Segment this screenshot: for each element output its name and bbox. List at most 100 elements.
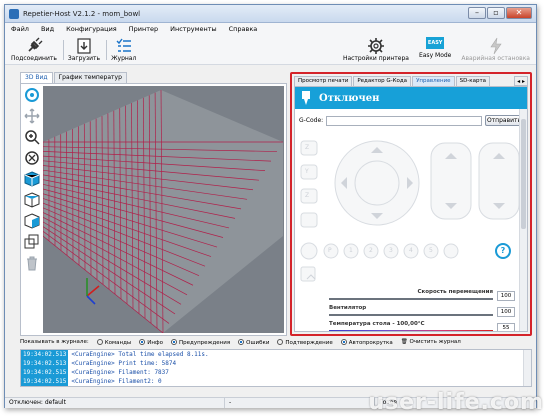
z-down-label[interactable]: Z bbox=[305, 192, 309, 199]
printer-settings-label: Настройки принтера bbox=[342, 55, 409, 62]
log-line: 19:34:02.513 <CuraEngine> Print time: 587… bbox=[21, 359, 531, 368]
tab-control[interactable]: Управление bbox=[412, 76, 455, 86]
extruder-4-button[interactable]: 4 bbox=[409, 247, 413, 254]
fit-view-icon[interactable] bbox=[23, 149, 41, 167]
menu-tools[interactable]: Инструменты bbox=[170, 25, 217, 33]
printer-head-icon bbox=[302, 91, 310, 105]
toolbar: Подсоединить Загрузить Журнал Настройки … bbox=[5, 35, 536, 65]
load-file-icon bbox=[77, 38, 91, 54]
plug-icon bbox=[28, 37, 43, 52]
clear-log-button[interactable]: 🗑 Очистить журнал bbox=[401, 339, 461, 345]
filter-commands-label: Команды bbox=[104, 339, 132, 346]
tab-gcode-editor[interactable]: Редактор G-Кода bbox=[353, 76, 412, 86]
fan-label: Вентилятор bbox=[329, 305, 367, 311]
help-button[interactable]: ? bbox=[495, 243, 511, 259]
bed-temp-value[interactable]: 55 bbox=[497, 323, 515, 331]
close-button[interactable]: ✕ bbox=[506, 7, 532, 19]
control-tabs: Просмотр печати Редактор G-Кода Управлен… bbox=[294, 76, 528, 86]
filter-commands[interactable]: Команды bbox=[96, 338, 132, 346]
z-up-label[interactable]: Z bbox=[305, 144, 309, 151]
log-label: Журнал bbox=[111, 55, 137, 62]
extruder-5-button[interactable]: 5 bbox=[429, 247, 433, 254]
easy-mode-label: Easy Mode bbox=[418, 52, 452, 59]
speed-value[interactable]: 100 bbox=[497, 291, 515, 301]
tab-scroll-arrows[interactable]: ◂ ▸ bbox=[514, 76, 528, 86]
filter-errors-label: Ошибки bbox=[246, 339, 270, 346]
control-scrollbar[interactable] bbox=[519, 109, 527, 331]
filter-warnings[interactable]: Предупреждения bbox=[171, 338, 230, 346]
radio-icon bbox=[171, 338, 177, 345]
log-scrollbar[interactable] bbox=[523, 350, 531, 386]
scrollbar-thumb[interactable] bbox=[521, 119, 526, 229]
printer-settings-button[interactable]: Настройки принтера bbox=[343, 37, 409, 62]
filter-autoscroll[interactable]: Автопрокрутка bbox=[340, 338, 393, 346]
cubes-icon[interactable] bbox=[23, 233, 41, 251]
filter-errors[interactable]: Ошибки bbox=[238, 338, 270, 346]
log-view[interactable]: 19:34:02.513 <CuraEngine> Total time elap… bbox=[20, 349, 532, 387]
filter-ack[interactable]: Подтверждение bbox=[277, 338, 333, 346]
extruder-1-button[interactable]: 1 bbox=[349, 247, 353, 254]
fan-slider[interactable]: Вентилятор 100 bbox=[299, 305, 517, 321]
log-pane: Показывать в журнале: Команды Инфо Преду… bbox=[20, 337, 532, 387]
menu-help[interactable]: Справка bbox=[229, 25, 258, 33]
window-controls: – ▫ ✕ bbox=[468, 7, 532, 19]
speed-track[interactable] bbox=[329, 298, 493, 300]
toolbar-separator bbox=[62, 40, 64, 60]
menu-printer[interactable]: Принтер bbox=[129, 25, 158, 33]
easy-mode-button[interactable]: EASY Easy Mode bbox=[419, 37, 451, 62]
fan-track[interactable] bbox=[329, 314, 493, 316]
extruder-3-button[interactable]: 3 bbox=[389, 247, 393, 254]
menu-view[interactable]: Вид bbox=[41, 25, 54, 33]
log-timestamp: 19:34:02.515 bbox=[21, 368, 69, 377]
toolbar-separator bbox=[106, 40, 108, 60]
fan-value[interactable]: 100 bbox=[497, 307, 515, 317]
radio-icon bbox=[139, 338, 146, 345]
minimize-button[interactable]: – bbox=[468, 7, 486, 19]
zoom-icon[interactable] bbox=[23, 128, 41, 146]
y-label[interactable]: Y bbox=[305, 168, 309, 175]
log-timestamp: 19:34:02.513 bbox=[21, 359, 69, 368]
gcode-input[interactable] bbox=[326, 115, 482, 126]
toolbar-right: Настройки принтера EASY Easy Mode Аварий… bbox=[343, 37, 530, 62]
connection-status: Отключен bbox=[319, 92, 380, 104]
tab-3d-view[interactable]: 3D Вид bbox=[20, 72, 53, 83]
view-tabs: 3D Вид График температур bbox=[20, 72, 287, 83]
tab-print-preview[interactable]: Просмотр печати bbox=[294, 76, 353, 86]
log-filters: Показывать в журнале: Команды Инфо Преду… bbox=[20, 337, 532, 347]
log-timestamp: 19:34:02.513 bbox=[21, 350, 69, 359]
bed-temp-label: Температура стола - 100,00°C bbox=[329, 321, 425, 327]
log-message: <CuraEngine> Filament2: 0 bbox=[71, 378, 162, 385]
park-button[interactable]: P bbox=[328, 247, 332, 254]
log-button[interactable]: Журнал bbox=[111, 37, 136, 62]
cube-top-icon[interactable] bbox=[23, 191, 41, 209]
tab-temperature-graph[interactable]: График температур bbox=[53, 72, 127, 83]
log-message: <CuraEngine> Total time elapsed 8.11s. bbox=[71, 351, 209, 358]
filter-info[interactable]: Инфо bbox=[139, 338, 163, 346]
cube-front-icon[interactable] bbox=[23, 170, 41, 188]
speed-label: Скорость перемещения bbox=[417, 289, 493, 295]
log-line: 19:34:02.515 <CuraEngine> Filament: 7837 bbox=[21, 368, 531, 377]
bed-temp-track[interactable] bbox=[329, 330, 493, 331]
filter-info-label: Инфо bbox=[147, 339, 163, 346]
move-view-icon[interactable] bbox=[23, 107, 41, 125]
3d-viewport[interactable] bbox=[43, 86, 284, 333]
log-timestamp: 19:34:02.515 bbox=[21, 377, 69, 386]
connect-button[interactable]: Подсоединить bbox=[11, 37, 57, 62]
window-title: Repetier-Host V2.1.2 - mom_bowl bbox=[23, 9, 141, 18]
log-line: 19:34:02.515 <CuraEngine> Filament2: 0 bbox=[21, 377, 531, 386]
menu-file[interactable]: Файл bbox=[11, 25, 29, 33]
bed-temp-slider[interactable]: Температура стола - 100,00°C 55 bbox=[299, 321, 517, 331]
load-button[interactable]: Загрузить bbox=[68, 37, 100, 62]
maximize-button[interactable]: ▫ bbox=[487, 7, 505, 19]
tab-sd-card[interactable]: SD-карта bbox=[455, 76, 491, 86]
menu-config[interactable]: Конфигурация bbox=[66, 25, 117, 33]
trash-icon[interactable] bbox=[23, 254, 41, 272]
emergency-stop-button[interactable]: Аварийная остановка bbox=[461, 37, 530, 62]
cube-side-icon[interactable] bbox=[23, 212, 41, 230]
control-body: Отключен G-Code: Отправить Z Y Z P 1 2 3… bbox=[294, 86, 528, 332]
extruder-2-button[interactable]: 2 bbox=[369, 247, 373, 254]
rotate-view-icon[interactable] bbox=[23, 86, 41, 104]
status-middle: - bbox=[225, 398, 375, 408]
speed-slider[interactable]: Скорость перемещения 100 bbox=[299, 289, 517, 305]
send-button[interactable]: Отправить bbox=[485, 115, 523, 126]
